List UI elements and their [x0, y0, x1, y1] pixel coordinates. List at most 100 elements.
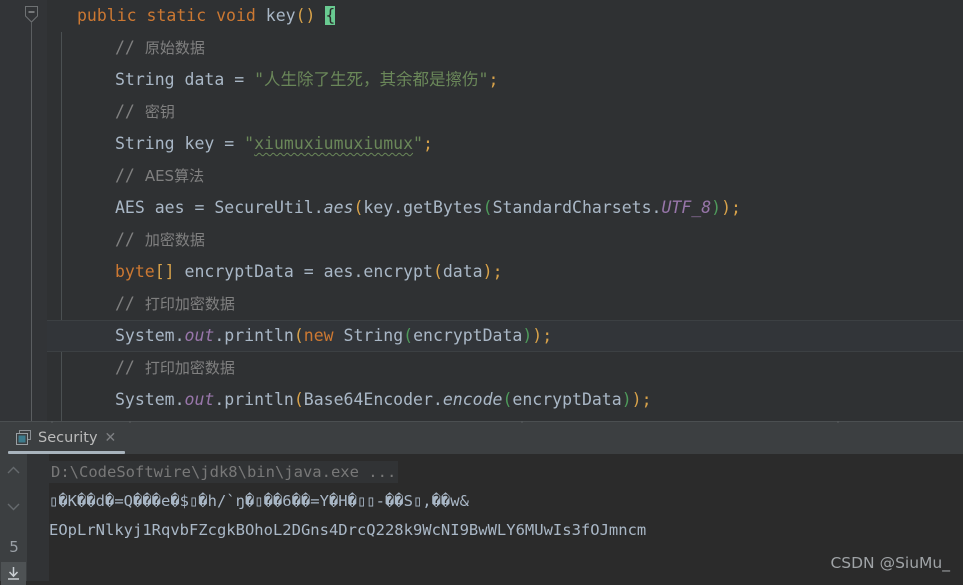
token: AES算法 — [144, 167, 205, 185]
token: out — [184, 326, 215, 345]
token: . — [214, 326, 225, 345]
token: AES — [115, 198, 145, 217]
code-line-text: String data = "人生除了生死，其余都是擦伤"; — [47, 64, 963, 96]
chevron-up-icon[interactable] — [4, 462, 23, 481]
token: " — [244, 134, 255, 153]
code-line-text: public static void key() { — [47, 0, 963, 32]
console-text[interactable]: D:\CodeSoftwire\jdk8\bin\java.exe ... ▯�K… — [49, 454, 963, 581]
token: new — [303, 326, 334, 345]
token: SecureUtil — [214, 198, 314, 217]
token: ; — [641, 390, 652, 409]
line-string-data[interactable]: String data = "人生除了生死，其余都是擦伤"; — [47, 64, 963, 96]
token: ( — [482, 198, 493, 217]
token: aes — [323, 262, 354, 281]
token: . — [313, 198, 324, 217]
code-line-text: // 密钥 — [47, 96, 963, 128]
console-tab-bar: Security ✕ — [0, 421, 963, 454]
code-line-text: // 加密数据 — [47, 224, 963, 256]
line-encrypt-data[interactable]: byte[] encryptData = aes.encrypt(data); — [47, 256, 963, 288]
token: String — [115, 70, 175, 89]
token: . — [432, 390, 443, 409]
token: ) — [532, 326, 543, 345]
line-comment-encrypt[interactable]: // 加密数据 — [47, 224, 963, 256]
code-line-text: // AES算法 — [47, 160, 963, 192]
token: ( — [502, 390, 513, 409]
close-icon[interactable]: ✕ — [105, 431, 117, 445]
token: 密钥 — [144, 103, 175, 121]
token: ; — [488, 70, 499, 89]
token: 原始数据 — [144, 39, 205, 57]
line-comment-key[interactable]: // 密钥 — [47, 96, 963, 128]
console-line-text: EOpLrNlkyj1RqvbFZcgkBOhoL2DGns4DrcQ228k9… — [49, 521, 647, 539]
token: = — [224, 134, 235, 153]
token: . — [393, 198, 404, 217]
token: aes — [144, 198, 195, 217]
code-lines-container[interactable]: public static void key() {// 原始数据 String … — [47, 0, 963, 421]
code-editor[interactable]: public static void key() {// 原始数据 String … — [0, 0, 963, 421]
line-string-key[interactable]: String key = "xiumuxiumuxiumux"; — [47, 128, 963, 160]
console-side-toolbar[interactable]: 5 — [0, 454, 27, 585]
line-comment-aes[interactable]: // AES算法 — [47, 160, 963, 192]
token: . — [214, 390, 225, 409]
token: println — [224, 326, 294, 345]
token: { — [325, 6, 336, 25]
token: out — [184, 390, 215, 409]
chevron-down-icon[interactable] — [4, 498, 23, 517]
token: 打印加密数据 — [144, 295, 235, 313]
token: " — [413, 134, 423, 153]
token: static — [146, 6, 207, 25]
token: ( — [353, 198, 364, 217]
download-arrow-icon[interactable] — [1, 562, 26, 585]
token: System — [115, 326, 175, 345]
token: String — [115, 134, 175, 153]
token: encryptData — [413, 326, 523, 345]
token: ) — [721, 198, 731, 217]
line-comment-print-2[interactable]: // 打印加密数据 — [47, 352, 963, 384]
console-line-count: 5 — [9, 538, 19, 556]
ide-window: public static void key() {// 原始数据 String … — [0, 0, 963, 585]
editor-gutter[interactable] — [0, 0, 47, 421]
token: // — [115, 102, 145, 121]
console-window-icon — [16, 430, 31, 445]
token: String — [343, 326, 404, 345]
token: " — [254, 70, 265, 89]
token: = — [234, 70, 245, 89]
code-line-text: // 原始数据 — [47, 32, 963, 64]
console-gutter — [27, 454, 49, 581]
token: // — [115, 358, 145, 377]
token: ( — [432, 262, 443, 281]
token: ) — [482, 262, 493, 281]
line-print-string[interactable]: System.out.println(new String(encryptDat… — [47, 320, 963, 352]
token: encrypt — [363, 262, 433, 281]
token: xiumuxiumuxiumux — [254, 134, 414, 153]
console-line-text: ▯�K��d�=Q���e�$▯�h/`ŋ�▯��6��=Y�H�▯▯-��S▯… — [49, 492, 469, 510]
token: . — [174, 326, 185, 345]
line-comment-print-1[interactable]: // 打印加密数据 — [47, 288, 963, 320]
console-line-base64: EOpLrNlkyj1RqvbFZcgkBOhoL2DGns4DrcQ228k9… — [49, 516, 963, 545]
line-print-base64[interactable]: System.out.println(Base64Encoder.encode(… — [47, 384, 963, 416]
code-line-text: System.out.println(new String(encryptDat… — [47, 320, 963, 352]
token: public — [77, 6, 137, 25]
token: // — [115, 166, 145, 185]
token: encode — [442, 390, 503, 409]
console-line-text: D:\CodeSoftwire\jdk8\bin\java.exe ... — [49, 461, 399, 483]
token: aes — [323, 198, 354, 217]
line-aes-init[interactable]: AES aes = SecureUtil.aes(key.getBytes(St… — [47, 192, 963, 224]
line-comment-raw-data[interactable]: // 原始数据 — [47, 32, 963, 64]
code-line-text: String key = "xiumuxiumuxiumux"; — [47, 128, 963, 160]
token: ( — [293, 326, 304, 345]
tab-security[interactable]: Security ✕ — [8, 423, 126, 452]
line-signature[interactable]: public static void key() { — [47, 0, 963, 32]
code-line-text: // 打印加密数据 — [47, 352, 963, 384]
token: encryptData — [174, 262, 304, 281]
token: Base64Encoder — [303, 390, 433, 409]
token: println — [224, 390, 294, 409]
tabbar-divider — [0, 421, 963, 423]
token: ) — [621, 390, 632, 409]
